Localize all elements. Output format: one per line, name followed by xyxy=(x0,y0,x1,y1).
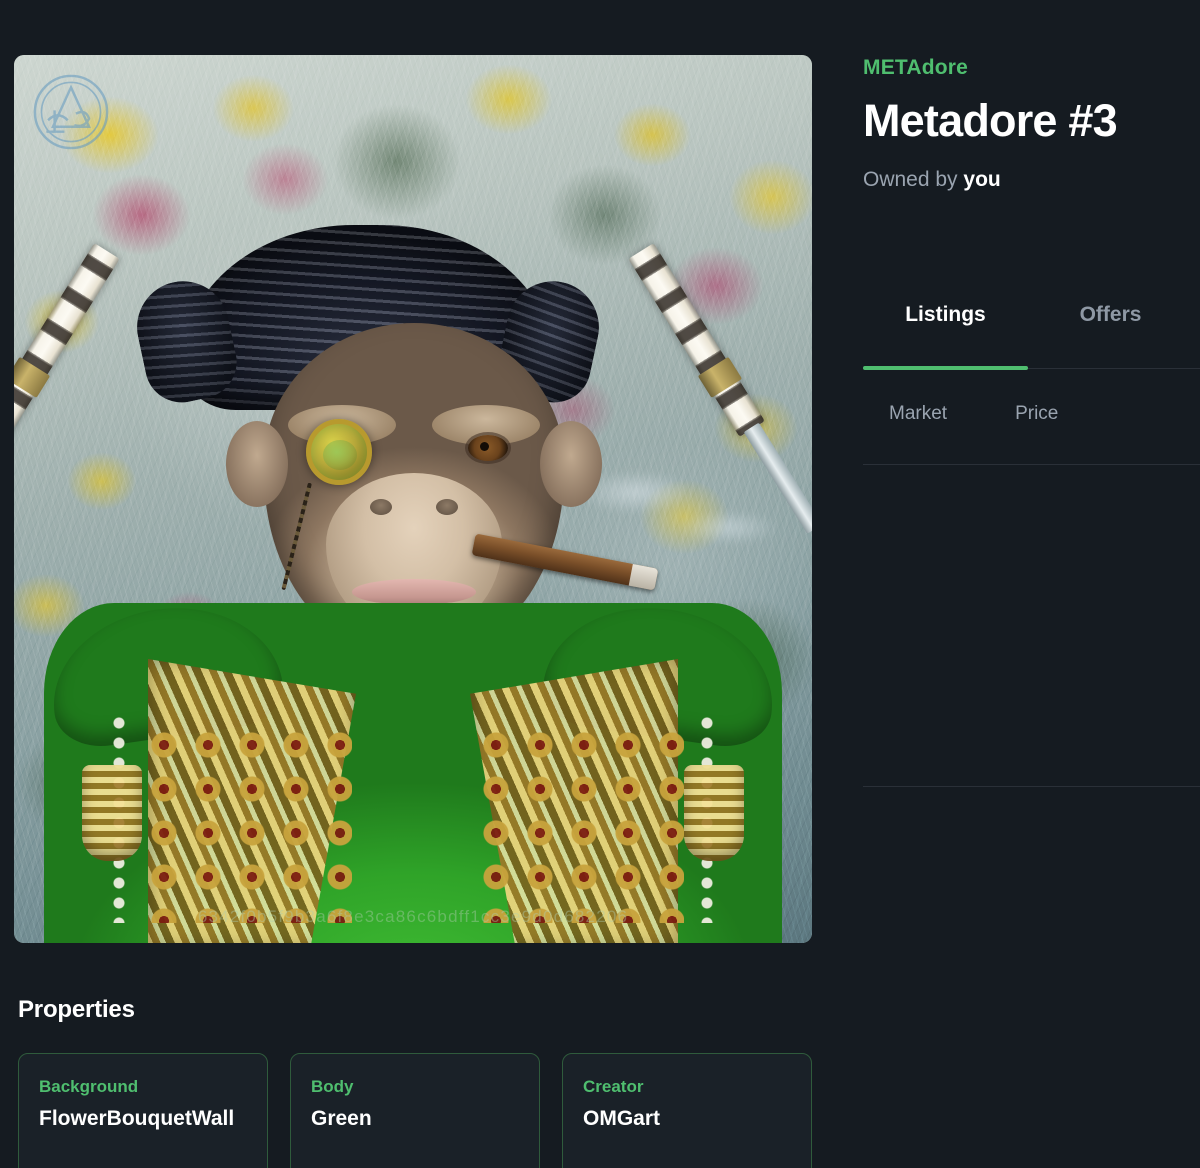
nft-detail-page: 6342f0b5f9b3a6f8e3ca86c6bdff1cc3e9d0d682… xyxy=(0,0,1200,1168)
property-label: Creator xyxy=(583,1077,644,1096)
property-label: Body xyxy=(311,1077,354,1096)
column-header-market: Market xyxy=(889,403,948,424)
owner-line: Owned by you xyxy=(863,166,1200,193)
gold-medallions-right xyxy=(474,723,684,923)
nft-info-panel: METAdore Metadore #3 Owned by you Listin… xyxy=(863,55,1200,787)
eye-right xyxy=(468,435,508,461)
artwork-hash-watermark: 6342f0b5f9b3a6f8e3ca86c6bdff1cc3e9d0d682… xyxy=(197,907,629,926)
properties-section: Properties Background FlowerBouquetWall … xyxy=(18,996,818,1168)
listings-bottom-divider xyxy=(863,786,1200,787)
tab-listings[interactable]: Listings xyxy=(863,303,1028,347)
collection-name[interactable]: METAdore xyxy=(863,55,1200,80)
property-card-creator[interactable]: Creator OMGart xyxy=(562,1053,812,1168)
collection-emblem-watermark xyxy=(33,74,109,150)
owner-prefix: Owned by xyxy=(863,168,958,192)
nostril-left xyxy=(370,499,392,515)
ear-left xyxy=(226,421,288,507)
gold-medallions-left xyxy=(142,723,352,923)
property-label: Background xyxy=(39,1077,139,1096)
monocle-chain xyxy=(281,482,312,591)
property-value: OMGart xyxy=(583,1107,661,1131)
gold-monocle xyxy=(306,419,372,485)
listings-top-divider xyxy=(863,464,1200,465)
page-title: Metadore #3 xyxy=(863,95,1118,147)
panel-tabs: Listings Offers xyxy=(863,303,1200,347)
gold-tassel-left xyxy=(82,765,142,861)
ear-right xyxy=(540,421,602,507)
active-tab-indicator xyxy=(863,366,1028,370)
owner-value: you xyxy=(963,168,1001,192)
gold-tassel-right xyxy=(684,765,744,861)
nft-artwork-canvas: 6342f0b5f9b3a6f8e3ca86c6bdff1cc3e9d0d682… xyxy=(14,55,812,943)
tab-offers[interactable]: Offers xyxy=(1028,303,1193,347)
property-card-body[interactable]: Body Green xyxy=(290,1053,540,1168)
property-value: Green xyxy=(311,1107,372,1131)
matador-jacket xyxy=(44,603,782,943)
nft-artwork[interactable]: 6342f0b5f9b3a6f8e3ca86c6bdff1cc3e9d0d682… xyxy=(14,55,812,943)
properties-heading: Properties xyxy=(18,996,135,1023)
property-card-background[interactable]: Background FlowerBouquetWall xyxy=(18,1053,268,1168)
property-value: FlowerBouquetWall xyxy=(39,1107,235,1131)
properties-grid: Background FlowerBouquetWall Body Green … xyxy=(18,1053,818,1168)
nostril-right xyxy=(436,499,458,515)
column-header-price: Price xyxy=(1015,403,1059,424)
lower-lip xyxy=(352,579,476,605)
listings-column-headers: Market Price xyxy=(863,403,1200,425)
